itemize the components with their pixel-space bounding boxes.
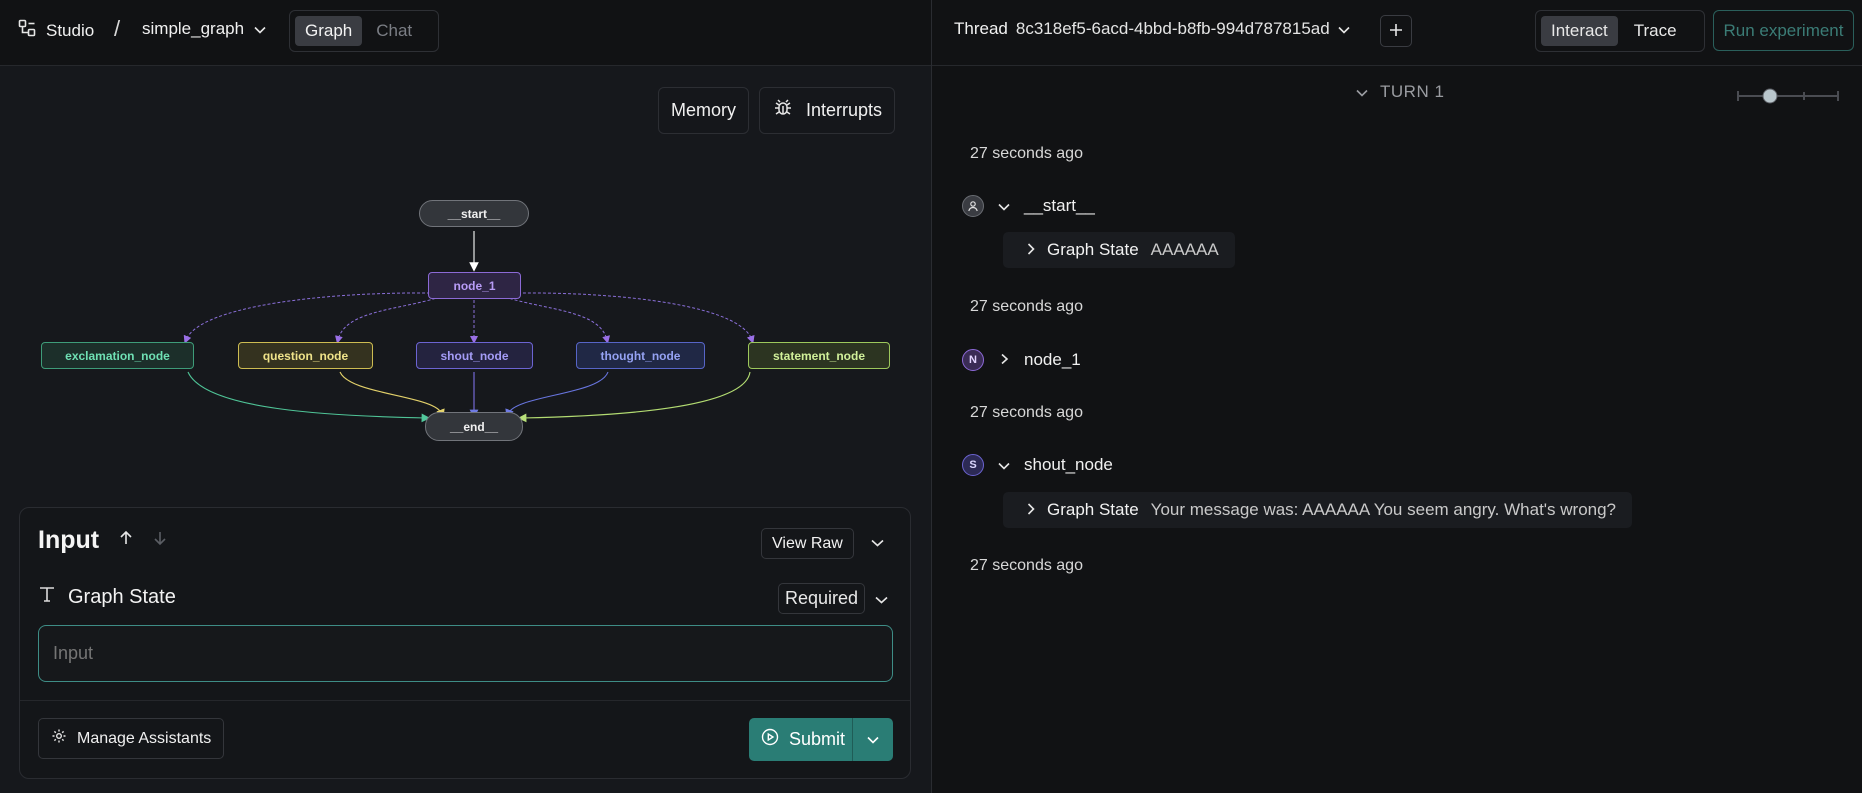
turn-slider[interactable] xyxy=(1736,86,1840,106)
memory-label: Memory xyxy=(671,100,737,120)
thread-id: 8c318ef5-6acd-4bbd-b8fb-994d787815ad xyxy=(1015,19,1330,38)
run-experiment-button[interactable]: Run experiment xyxy=(1713,10,1854,51)
manage-assistants-label: Manage Assistants xyxy=(77,729,212,747)
graph-node-start[interactable]: __start__ xyxy=(419,200,529,227)
state-key: Graph State xyxy=(1047,500,1139,519)
event-timestamp: 27 seconds ago xyxy=(970,145,1083,162)
interrupts-button[interactable]: Interrupts xyxy=(759,87,896,134)
studio-topbar: Studio / simple_graph Graph Chat xyxy=(0,0,931,66)
event-timestamp: 27 seconds ago xyxy=(970,557,1083,574)
graph-state-row[interactable]: Graph State AAAAAA xyxy=(1003,232,1235,268)
event-shout-node[interactable]: S shout_node xyxy=(962,454,1113,476)
node-avatar: N xyxy=(962,349,984,371)
graph-node-statement[interactable]: statement_node xyxy=(748,342,890,369)
tab-graph[interactable]: Graph xyxy=(295,16,363,46)
event-timestamp: 27 seconds ago xyxy=(970,298,1083,315)
submit-label: Submit xyxy=(789,729,846,749)
event-node-1[interactable]: N node_1 xyxy=(962,349,1081,371)
input-panel: Input View Raw Graph State Required Inpu… xyxy=(19,507,911,779)
gear-icon xyxy=(51,728,67,749)
input-header: Input xyxy=(38,526,167,555)
graph-node-thought[interactable]: thought_node xyxy=(576,342,705,369)
tab-trace[interactable]: Trace xyxy=(1624,16,1687,46)
mode-tabs: Interact Trace xyxy=(1535,10,1705,52)
user-icon xyxy=(962,195,984,217)
turn-label: TURN 1 xyxy=(1380,82,1445,101)
plus-icon xyxy=(1389,20,1403,43)
chevron-down-icon xyxy=(867,731,879,749)
state-value: AAAAAA xyxy=(1150,240,1219,259)
memory-button[interactable]: Memory xyxy=(658,87,750,134)
event-start[interactable]: __start__ xyxy=(962,195,1095,217)
graph-selector[interactable]: simple_graph xyxy=(142,19,266,39)
graph-state-label: Graph State xyxy=(68,585,176,608)
breadcrumb-separator: / xyxy=(114,16,121,41)
graph-state-input[interactable] xyxy=(38,625,893,682)
graph-node-exclamation[interactable]: exclamation_node xyxy=(41,342,194,369)
studio-home-link[interactable]: Studio xyxy=(18,19,94,42)
app-root: Studio / simple_graph Graph Chat Memory xyxy=(0,0,1862,793)
turn-header[interactable]: TURN 1 xyxy=(1356,82,1444,102)
graph-node-shout[interactable]: shout_node xyxy=(416,342,533,369)
node-avatar: S xyxy=(962,454,984,476)
arrow-up-icon[interactable] xyxy=(119,530,133,551)
input-title: Input xyxy=(38,526,100,554)
graph-canvas: __start__ node_1 exclamation_node questi… xyxy=(0,140,931,470)
graph-node-end[interactable]: __end__ xyxy=(425,412,523,441)
view-raw-button[interactable]: View Raw xyxy=(761,528,854,559)
tab-interact[interactable]: Interact xyxy=(1541,16,1618,46)
app-name: Studio xyxy=(46,20,95,40)
studio-icon xyxy=(18,19,36,42)
chevron-right-icon xyxy=(1027,240,1035,260)
state-value: Your message was: AAAAAA You seem angry.… xyxy=(1150,500,1617,519)
chevron-down-icon[interactable] xyxy=(875,591,888,609)
manage-assistants-button[interactable]: Manage Assistants xyxy=(38,718,225,759)
panel-divider xyxy=(20,700,910,701)
graph-pane: Studio / simple_graph Graph Chat Memory xyxy=(0,0,931,793)
chevron-down-icon xyxy=(998,455,1010,475)
graph-node-node-1[interactable]: node_1 xyxy=(428,272,521,299)
chevron-down-icon xyxy=(1338,19,1350,39)
thread-selector[interactable]: Thread 8c318ef5-6acd-4bbd-b8fb-994d78781… xyxy=(954,19,1350,39)
thread-label: Thread xyxy=(954,19,1008,38)
event-timestamp: 27 seconds ago xyxy=(970,404,1083,421)
play-circle-icon xyxy=(761,728,779,751)
view-tabs: Graph Chat xyxy=(289,10,439,52)
required-select[interactable]: Required xyxy=(778,583,866,614)
thread-pane: Thread 8c318ef5-6acd-4bbd-b8fb-994d78781… xyxy=(931,0,1862,793)
submit-button-group: Submit xyxy=(749,718,893,761)
graph-state-row[interactable]: Graph State Your message was: AAAAAA You… xyxy=(1003,492,1633,528)
tab-chat[interactable]: Chat xyxy=(366,16,422,46)
interrupts-label: Interrupts xyxy=(806,100,883,120)
submit-options-button[interactable] xyxy=(852,718,893,761)
chevron-down-icon xyxy=(1356,82,1368,102)
graph-toolbar: Memory Interrupts xyxy=(658,87,896,134)
event-node-name: shout_node xyxy=(1024,455,1113,474)
graph-state-field-label: Graph State xyxy=(38,585,176,609)
thread-topbar: Thread 8c318ef5-6acd-4bbd-b8fb-994d78781… xyxy=(932,0,1862,66)
new-thread-button[interactable] xyxy=(1380,15,1412,47)
event-node-name: node_1 xyxy=(1024,350,1081,369)
chevron-down-icon xyxy=(998,196,1010,216)
graph-name: simple_graph xyxy=(142,19,245,38)
chevron-down-icon[interactable] xyxy=(871,534,884,552)
arrow-down-icon[interactable] xyxy=(153,530,167,551)
chevron-right-icon xyxy=(998,350,1010,370)
chevron-right-icon xyxy=(1027,500,1035,520)
graph-node-question[interactable]: question_node xyxy=(238,342,373,369)
submit-button[interactable]: Submit xyxy=(749,718,852,761)
chevron-down-icon xyxy=(254,19,266,39)
event-node-name: __start__ xyxy=(1024,196,1095,215)
text-type-icon xyxy=(38,585,56,609)
state-key: Graph State xyxy=(1047,240,1139,259)
bug-icon xyxy=(772,97,794,124)
